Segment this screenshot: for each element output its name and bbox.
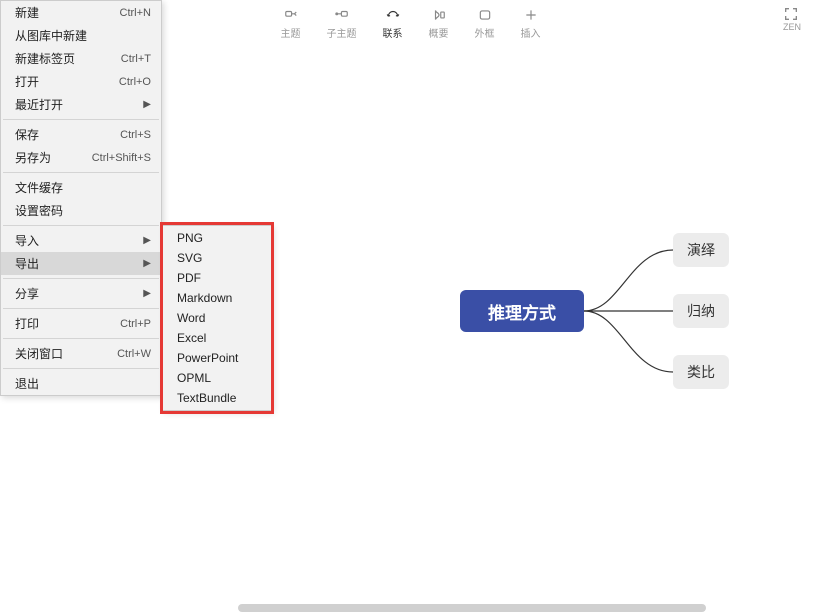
child-topic-2[interactable]: 归纳 xyxy=(673,294,729,328)
menu-item[interactable]: 分享 ▶ xyxy=(1,282,161,305)
menu-item-label: 保存 xyxy=(15,126,39,143)
child-topic-3[interactable]: 类比 xyxy=(673,355,729,389)
menu-shortcut: Ctrl+Shift+S xyxy=(92,152,151,164)
chevron-right-icon: ▶ xyxy=(143,99,151,110)
summary-icon xyxy=(430,7,448,23)
menu-separator xyxy=(3,172,159,173)
menu-item[interactable]: 导入 ▶ xyxy=(1,229,161,252)
menu-item-label: 打印 xyxy=(15,315,39,332)
toolbar-topic-button[interactable]: 主题 xyxy=(281,7,301,40)
menu-separator xyxy=(3,338,159,339)
menu-item[interactable]: 退出 xyxy=(1,372,161,395)
insert-icon xyxy=(522,7,540,23)
export-option[interactable]: SVG xyxy=(163,248,271,268)
toolbar-item-label: 主题 xyxy=(281,25,301,40)
menu-separator xyxy=(3,308,159,309)
topic-icon xyxy=(282,7,300,23)
fullscreen-icon xyxy=(783,6,801,22)
boundary-icon xyxy=(476,7,494,23)
menu-separator xyxy=(3,225,159,226)
menu-item[interactable]: 另存为 Ctrl+Shift+S xyxy=(1,146,161,169)
menu-shortcut: Ctrl+O xyxy=(119,76,151,88)
menu-item[interactable]: 关闭窗口 Ctrl+W xyxy=(1,342,161,365)
menu-item-label: 文件缓存 xyxy=(15,179,63,196)
menu-item-label: 另存为 xyxy=(15,149,51,166)
scrollbar-thumb[interactable] xyxy=(238,604,706,612)
toolbar-item-label: 联系 xyxy=(383,25,403,40)
menu-item-label: 导入 xyxy=(15,232,39,249)
menu-shortcut: Ctrl+S xyxy=(120,129,151,141)
menu-item-label: 设置密码 xyxy=(15,202,63,219)
chevron-right-icon: ▶ xyxy=(143,288,151,299)
zen-mode-button[interactable]: ZEN xyxy=(783,6,801,32)
menu-item[interactable]: 文件缓存 xyxy=(1,176,161,199)
toolbar-insert-button[interactable]: 插入 xyxy=(521,7,541,40)
menu-item[interactable]: 最近打开 ▶ xyxy=(1,93,161,116)
mindmap-canvas[interactable]: 推理方式 演绎 归纳 类比 xyxy=(400,130,780,510)
menu-item-label: 新建标签页 xyxy=(15,50,75,67)
subtopic-icon xyxy=(333,7,351,23)
menu-shortcut: Ctrl+T xyxy=(121,53,151,65)
menu-separator xyxy=(3,278,159,279)
menu-shortcut: Ctrl+W xyxy=(117,348,151,360)
menu-item-label: 退出 xyxy=(15,375,39,392)
export-submenu: PNGSVGPDFMarkdownWordExcelPowerPointOPML… xyxy=(162,225,272,411)
toolbar-summary-button[interactable]: 概要 xyxy=(429,7,449,40)
export-option[interactable]: PNG xyxy=(163,228,271,248)
toolbar-item-label: 插入 xyxy=(521,25,541,40)
export-option[interactable]: Markdown xyxy=(163,288,271,308)
file-menu: 新建 Ctrl+N 从图库中新建新建标签页 Ctrl+T 打开 Ctrl+O 最近打开 ▶ 保存… xyxy=(0,0,162,396)
menu-item[interactable]: 导出 ▶ xyxy=(1,252,161,275)
export-option[interactable]: PowerPoint xyxy=(163,348,271,368)
toolbar-boundary-button[interactable]: 外框 xyxy=(475,7,495,40)
menu-item-label: 最近打开 xyxy=(15,96,63,113)
relation-icon xyxy=(384,7,402,23)
menu-item[interactable]: 新建标签页 Ctrl+T xyxy=(1,47,161,70)
horizontal-scrollbar[interactable] xyxy=(0,602,821,616)
menu-item-label: 打开 xyxy=(15,73,39,90)
chevron-right-icon: ▶ xyxy=(143,235,151,246)
menu-item[interactable]: 设置密码 xyxy=(1,199,161,222)
toolbar-item-label: 概要 xyxy=(429,25,449,40)
export-option[interactable]: TextBundle xyxy=(163,388,271,408)
menu-item-label: 关闭窗口 xyxy=(15,345,63,362)
toolbar-subtopic-button[interactable]: 子主题 xyxy=(327,7,357,40)
zen-label: ZEN xyxy=(783,22,801,32)
chevron-right-icon: ▶ xyxy=(143,258,151,269)
child-topic-1[interactable]: 演绎 xyxy=(673,233,729,267)
export-option[interactable]: Excel xyxy=(163,328,271,348)
menu-item[interactable]: 保存 Ctrl+S xyxy=(1,123,161,146)
menu-separator xyxy=(3,368,159,369)
menu-item-label: 导出 xyxy=(15,255,39,272)
menu-item-label: 从图库中新建 xyxy=(15,27,87,44)
central-topic[interactable]: 推理方式 xyxy=(460,290,584,332)
menu-item-label: 分享 xyxy=(15,285,39,302)
menu-item-label: 新建 xyxy=(15,4,39,21)
toolbar-relation-button[interactable]: 联系 xyxy=(383,7,403,40)
menu-item[interactable]: 从图库中新建 xyxy=(1,24,161,47)
menu-separator xyxy=(3,119,159,120)
menu-shortcut: Ctrl+N xyxy=(120,7,151,19)
menu-item[interactable]: 打印 Ctrl+P xyxy=(1,312,161,335)
toolbar-item-label: 外框 xyxy=(475,25,495,40)
export-option[interactable]: PDF xyxy=(163,268,271,288)
menu-item[interactable]: 新建 Ctrl+N xyxy=(1,1,161,24)
menu-shortcut: Ctrl+P xyxy=(120,318,151,330)
toolbar-item-label: 子主题 xyxy=(327,25,357,40)
export-option[interactable]: Word xyxy=(163,308,271,328)
export-option[interactable]: OPML xyxy=(163,368,271,388)
menu-item[interactable]: 打开 Ctrl+O xyxy=(1,70,161,93)
